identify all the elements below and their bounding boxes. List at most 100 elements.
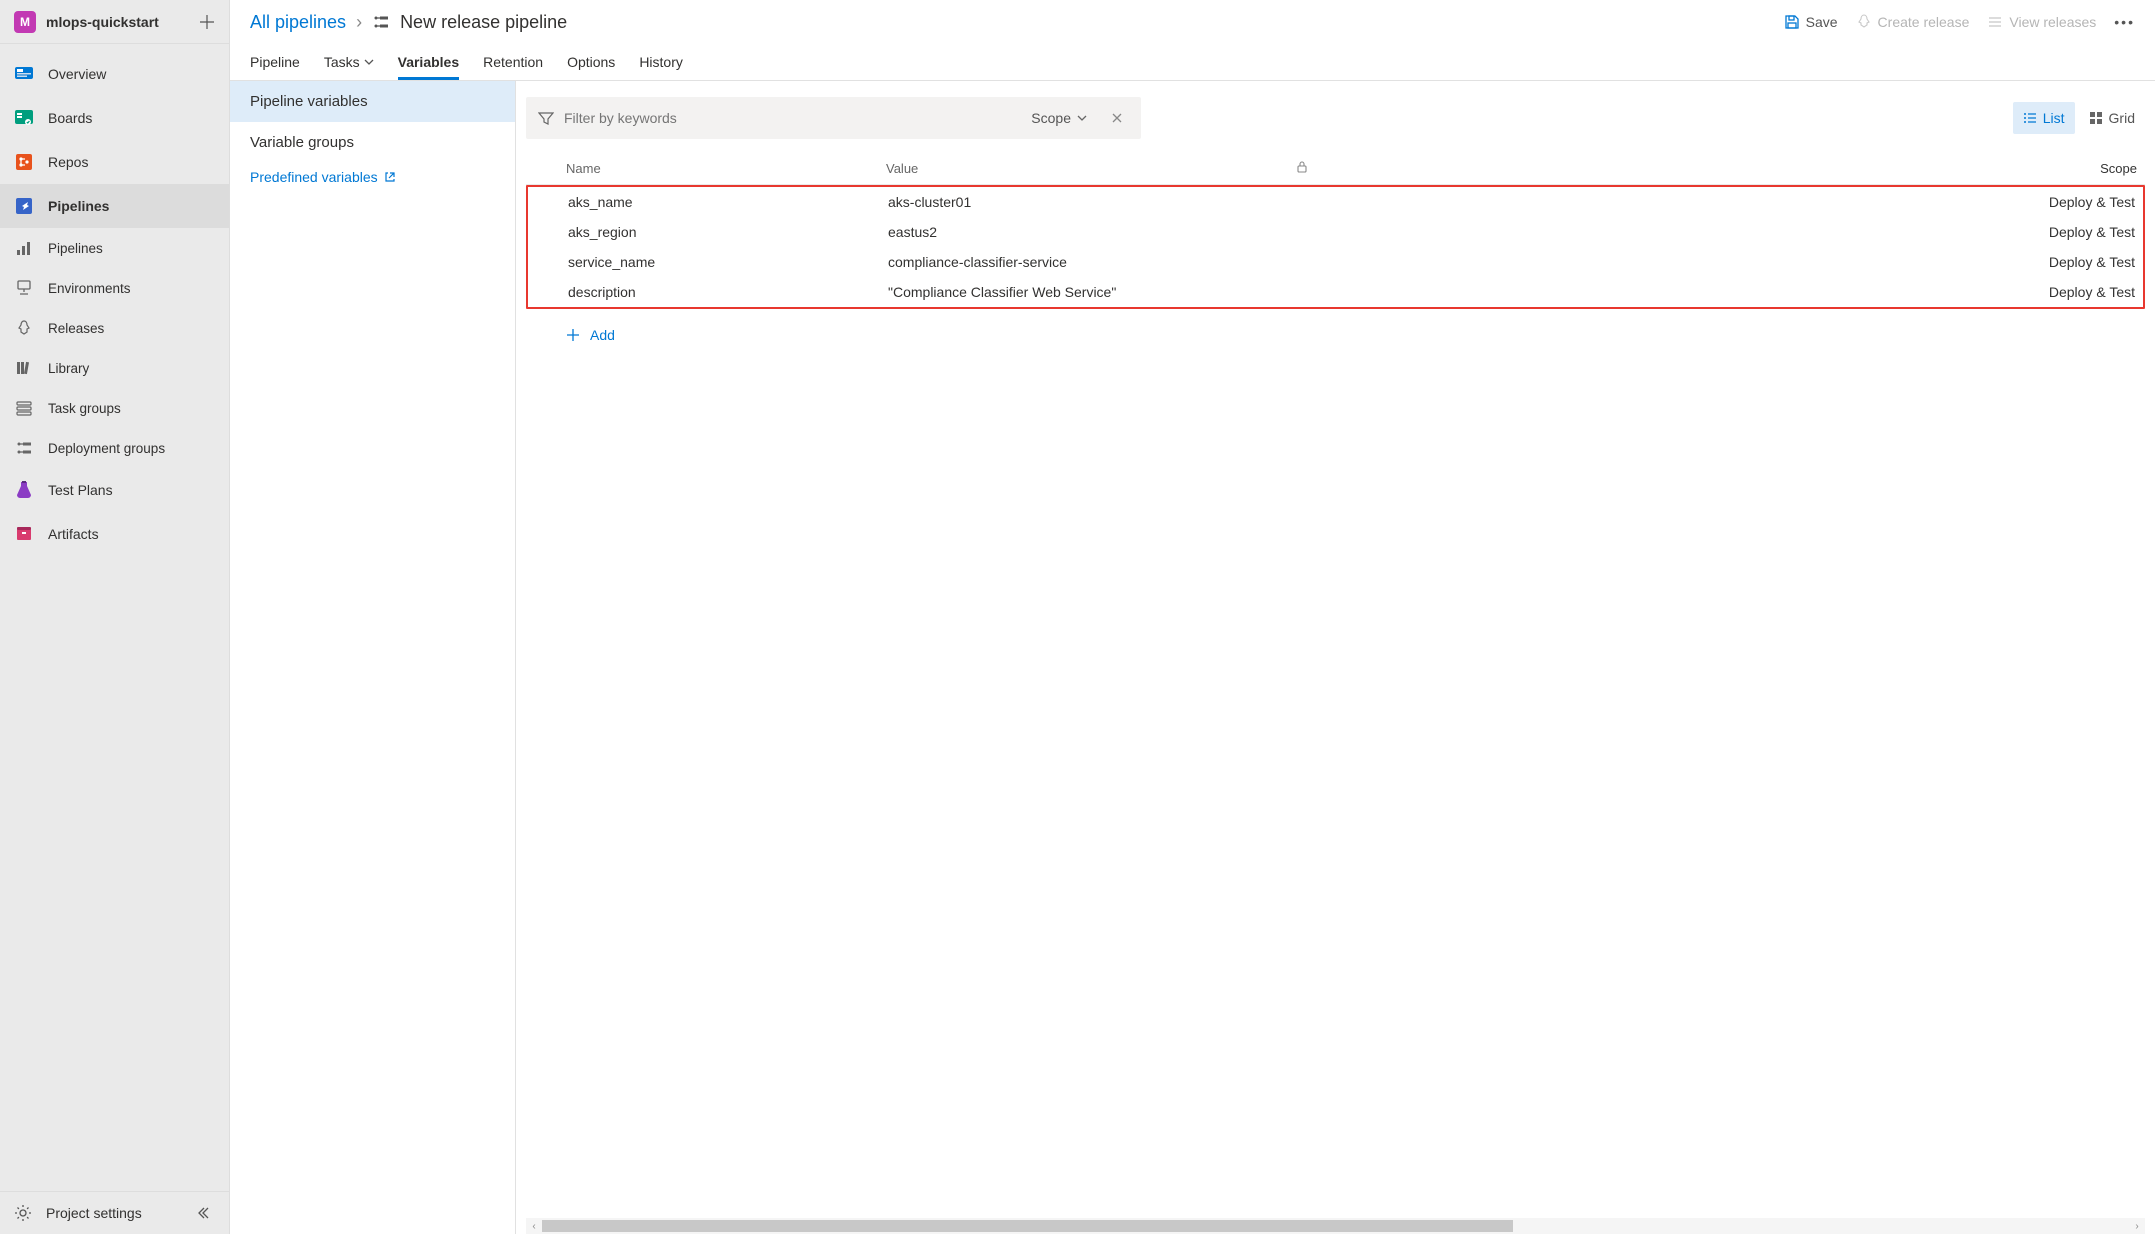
tab-tasks[interactable]: Tasks xyxy=(324,44,374,80)
varnav-predefined-link[interactable]: Predefined variables xyxy=(230,163,515,191)
more-menu-icon[interactable]: ••• xyxy=(2114,14,2135,30)
sidebar: M mlops-quickstart Overview Boards xyxy=(0,0,230,1234)
nav-sub-pipelines-label: Pipelines xyxy=(48,241,103,256)
nav-sub-environments[interactable]: Environments xyxy=(0,268,229,308)
filter-input[interactable] xyxy=(564,110,1013,126)
project-settings-label: Project settings xyxy=(46,1205,142,1221)
nav-sub-library[interactable]: Library xyxy=(0,348,229,388)
rocket-icon xyxy=(1856,14,1872,30)
variables-nav: Pipeline variables Variable groups Prede… xyxy=(230,81,516,1234)
scope-label: Scope xyxy=(1031,110,1071,126)
grid-view-icon xyxy=(2089,111,2103,125)
clear-filter-icon[interactable] xyxy=(1105,112,1129,124)
cell-name: aks_region xyxy=(568,224,888,240)
overview-icon xyxy=(14,64,34,84)
sub-pipelines-icon xyxy=(14,238,34,258)
library-icon xyxy=(14,358,34,378)
col-scope[interactable]: Scope xyxy=(1336,161,2145,176)
main: All pipelines › New release pipeline Sav… xyxy=(230,0,2155,1234)
nav-testplans-label: Test Plans xyxy=(48,482,113,498)
save-label: Save xyxy=(1806,14,1838,30)
view-list-button[interactable]: List xyxy=(2013,102,2075,134)
table-row[interactable]: description "Compliance Classifier Web S… xyxy=(528,277,2143,307)
nav-boards[interactable]: Boards xyxy=(0,96,229,140)
table-header: Name Value Scope xyxy=(526,153,2145,185)
add-project-icon[interactable] xyxy=(199,14,215,30)
tab-options[interactable]: Options xyxy=(567,44,615,80)
nav-pipelines-label: Pipelines xyxy=(48,198,109,214)
gear-icon xyxy=(14,1204,32,1222)
col-name[interactable]: Name xyxy=(566,161,886,176)
project-name[interactable]: mlops-quickstart xyxy=(46,14,159,30)
cell-name: service_name xyxy=(568,254,888,270)
filter-icon xyxy=(538,110,554,126)
col-value[interactable]: Value xyxy=(886,161,1296,176)
nav-pipelines[interactable]: Pipelines xyxy=(0,184,229,228)
save-icon xyxy=(1784,14,1800,30)
nav-overview-label: Overview xyxy=(48,66,106,82)
view-toggle: List Grid xyxy=(2013,102,2145,134)
cell-scope: Deploy & Test xyxy=(1338,284,2143,300)
nav-boards-label: Boards xyxy=(48,110,92,126)
nav-sub-deploymentgroups[interactable]: Deployment groups xyxy=(0,428,229,468)
external-link-icon xyxy=(384,171,396,183)
scope-dropdown[interactable]: Scope xyxy=(1023,110,1095,126)
create-release-button: Create release xyxy=(1856,14,1970,30)
scroll-right-icon[interactable]: › xyxy=(2129,1218,2145,1234)
cell-value: "Compliance Classifier Web Service" xyxy=(888,284,1298,300)
taskgroups-icon xyxy=(14,398,34,418)
scroll-thumb[interactable] xyxy=(542,1220,1513,1232)
view-releases-label: View releases xyxy=(2009,14,2096,30)
tab-retention[interactable]: Retention xyxy=(483,44,543,80)
varnav-variable-groups[interactable]: Variable groups xyxy=(230,122,515,163)
varnav-pipeline-variables[interactable]: Pipeline variables xyxy=(230,81,515,122)
breadcrumb-separator: › xyxy=(356,12,362,33)
add-variable-button[interactable]: Add xyxy=(526,309,2145,343)
nav-sub-pipelines[interactable]: Pipelines xyxy=(0,228,229,268)
view-grid-label: Grid xyxy=(2109,110,2135,126)
cell-scope: Deploy & Test xyxy=(1338,194,2143,210)
horizontal-scrollbar[interactable]: ‹ › xyxy=(526,1218,2145,1234)
table-row[interactable]: service_name compliance-classifier-servi… xyxy=(528,247,2143,277)
scroll-left-icon[interactable]: ‹ xyxy=(526,1218,542,1234)
view-grid-button[interactable]: Grid xyxy=(2079,102,2145,134)
nav-artifacts[interactable]: Artifacts xyxy=(0,512,229,556)
content: Pipeline variables Variable groups Prede… xyxy=(230,81,2155,1234)
cell-scope: Deploy & Test xyxy=(1338,254,2143,270)
chevron-down-icon xyxy=(364,57,374,67)
nav-sub-taskgroups[interactable]: Task groups xyxy=(0,388,229,428)
nav-sub-taskgroups-label: Task groups xyxy=(48,401,121,416)
testplans-icon xyxy=(14,480,34,500)
breadcrumb-root[interactable]: All pipelines xyxy=(250,12,346,33)
plus-icon xyxy=(566,328,580,342)
release-pipeline-icon xyxy=(372,13,390,31)
boards-icon xyxy=(14,108,34,128)
table-row[interactable]: aks_region eastus2 Deploy & Test xyxy=(528,217,2143,247)
tab-pipeline[interactable]: Pipeline xyxy=(250,44,300,80)
nav-overview[interactable]: Overview xyxy=(0,52,229,96)
environments-icon xyxy=(14,278,34,298)
cell-scope: Deploy & Test xyxy=(1338,224,2143,240)
nav-sub-environments-label: Environments xyxy=(48,281,131,296)
collapse-sidebar-icon[interactable] xyxy=(197,1204,215,1222)
list-view-icon xyxy=(2023,111,2037,125)
nav-sub-releases[interactable]: Releases xyxy=(0,308,229,348)
nav-testplans[interactable]: Test Plans xyxy=(0,468,229,512)
cell-value: compliance-classifier-service xyxy=(888,254,1298,270)
cell-name: description xyxy=(568,284,888,300)
breadcrumb: All pipelines › New release pipeline xyxy=(250,12,567,33)
nav-repos[interactable]: Repos xyxy=(0,140,229,184)
sidebar-footer: Project settings xyxy=(0,1191,229,1234)
nav-sub-releases-label: Releases xyxy=(48,321,104,336)
project-settings[interactable]: Project settings xyxy=(14,1204,142,1222)
table-row[interactable]: aks_name aks-cluster01 Deploy & Test xyxy=(528,187,2143,217)
create-release-label: Create release xyxy=(1878,14,1970,30)
list-icon xyxy=(1987,14,2003,30)
sidebar-nav: Overview Boards Repos Pipelines xyxy=(0,44,229,1191)
tab-variables[interactable]: Variables xyxy=(398,44,460,80)
releases-icon xyxy=(14,318,34,338)
tab-history[interactable]: History xyxy=(639,44,683,80)
nav-repos-label: Repos xyxy=(48,154,88,170)
save-button[interactable]: Save xyxy=(1784,14,1838,30)
tabs: Pipeline Tasks Variables Retention Optio… xyxy=(230,44,2155,81)
